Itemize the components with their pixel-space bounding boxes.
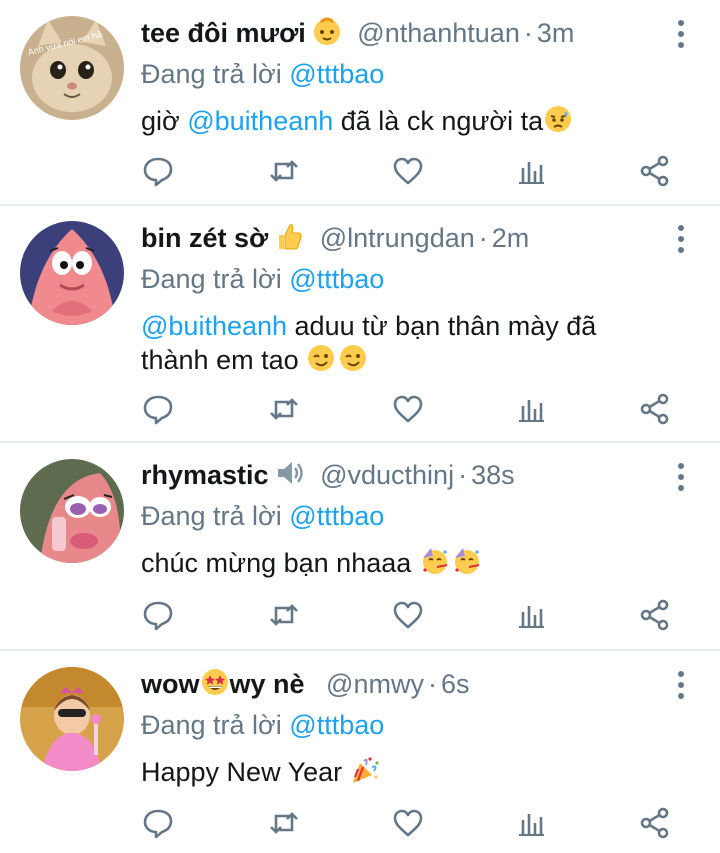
timestamp[interactable]: 2m [492,223,530,253]
avatar[interactable] [20,221,124,325]
thumbs-up-emoji-icon [274,221,304,259]
tweet-4[interactable]: wow wy nè @nmwy · 6s Đang trả lời @tttbao H… [0,651,720,853]
reply-context: Đang trả lời @tttbao [141,264,385,294]
timestamp[interactable]: 3m [537,18,575,48]
reply-to-link[interactable]: @tttbao [289,710,384,740]
share-icon[interactable] [638,598,672,632]
tweet-3[interactable]: rhymastic @vducthinj · 38s Đang trả lời @t… [0,443,720,651]
mention-link[interactable]: @buitheanh [187,106,333,136]
more-options-icon[interactable] [676,225,686,255]
like-icon[interactable] [391,154,425,188]
display-name[interactable]: bin zét sờ [141,223,268,253]
speaker-emoji-icon [275,458,305,496]
timestamp[interactable]: 38s [471,460,515,490]
avatar[interactable] [20,667,124,771]
stats-icon[interactable] [514,598,548,632]
tweet-2[interactable]: bin zét sờ @lntrungdan · 2m Đang trả lời @… [0,206,720,443]
reply-icon[interactable] [141,598,175,632]
tweet-text: chúc mừng bạn nhaaa [141,546,670,584]
reply-to-link[interactable]: @tttbao [289,501,384,531]
retweet-icon[interactable] [267,598,301,632]
party-popper-emoji-icon [350,755,380,793]
tweet-actions [141,598,681,631]
timestamp[interactable]: 6s [441,669,470,699]
winking-face-emoji-icon [338,343,368,381]
baby-emoji-icon [312,16,342,54]
stats-icon[interactable] [514,806,548,840]
tweet-text: Happy New Year [141,755,670,793]
reply-context: Đang trả lời @tttbao [141,710,385,740]
tweet-actions [141,806,681,839]
star-struck-emoji-icon [200,667,230,705]
reply-context: Đang trả lời @tttbao [141,59,385,89]
avatar[interactable] [20,459,124,563]
retweet-icon[interactable] [267,154,301,188]
handle[interactable]: @nmwy [326,669,424,699]
display-name[interactable]: rhymastic [141,460,269,490]
winking-face-emoji-icon [306,343,336,381]
partying-face-emoji-icon [451,546,481,584]
stats-icon[interactable] [514,392,548,426]
handle[interactable]: @lntrungdan [320,223,475,253]
retweet-icon[interactable] [267,392,301,426]
reply-icon[interactable] [141,154,175,188]
tweet-actions [141,154,681,187]
display-name-part1[interactable]: wow [141,669,200,699]
handle[interactable]: @nthanhtuan [357,18,520,48]
reply-icon[interactable] [141,806,175,840]
tweet-actions [141,392,681,425]
more-options-icon[interactable] [676,20,686,50]
share-icon[interactable] [638,806,672,840]
display-name[interactable]: tee đôi mươi [141,18,306,48]
partying-face-emoji-icon [419,546,449,584]
more-options-icon[interactable] [676,463,686,493]
mention-link[interactable]: @buitheanh [141,311,287,341]
reply-to-link[interactable]: @tttbao [289,59,384,89]
handle[interactable]: @vducthinj [320,460,454,490]
stats-icon[interactable] [514,154,548,188]
reply-icon[interactable] [141,392,175,426]
like-icon[interactable] [391,806,425,840]
share-icon[interactable] [638,392,672,426]
sad-relieved-face-emoji-icon [543,104,573,142]
more-options-icon[interactable] [676,671,686,701]
tweet-text: giờ @buitheanh đã là ck người ta [141,104,670,142]
avatar[interactable]: Anh vừa nói em hả [20,16,124,120]
like-icon[interactable] [391,598,425,632]
share-icon[interactable] [638,154,672,188]
retweet-icon[interactable] [267,806,301,840]
tweet-text: @buitheanh aduu từ bạn thân mày đã thành… [141,309,670,381]
like-icon[interactable] [391,392,425,426]
reply-to-link[interactable]: @tttbao [289,264,384,294]
reply-context: Đang trả lời @tttbao [141,501,385,531]
display-name-part2[interactable]: wy nè [230,669,305,699]
tweet-1[interactable]: Anh vừa nói em hả tee đôi mươi @nthanhtu… [0,0,720,206]
